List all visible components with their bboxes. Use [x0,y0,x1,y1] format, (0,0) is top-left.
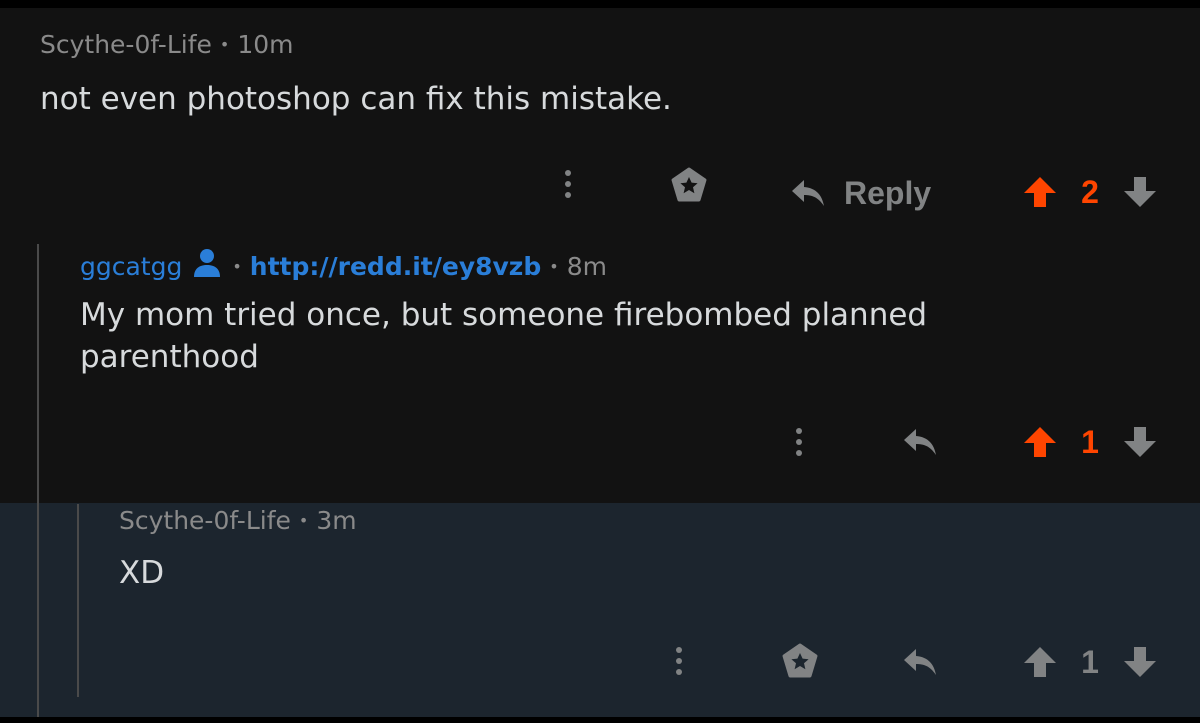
reply-button[interactable]: Reply [790,168,931,218]
upvote-button[interactable] [1020,644,1060,680]
comment-body: XD [119,555,165,591]
award-icon [671,167,707,202]
upvote-arrow-icon [1024,177,1056,207]
reply-button[interactable] [900,642,940,682]
post-link[interactable]: http://redd.it/ey8vzb [250,252,541,281]
thread-line-level-1[interactable] [37,244,39,717]
comment-body: not even photoshop can fix this mistake. [40,81,672,117]
reply-arrow-icon [904,649,936,675]
comment-time: 10m [237,30,294,59]
award-icon [782,643,818,678]
award-button[interactable] [778,642,822,680]
comment-time: 8m [566,251,607,281]
reply-arrow-icon [904,429,936,455]
upvote-arrow-icon [1024,647,1056,677]
vote-score: 1 [1081,424,1099,460]
award-button[interactable] [667,166,711,204]
comment-author[interactable]: Scythe-0f-Life [40,30,212,59]
downvote-button[interactable] [1120,174,1160,210]
upvote-arrow-icon [1024,427,1056,457]
comment-thread: Scythe-0f-Life • 10m not even photoshop … [0,8,1200,717]
more-options-button[interactable] [663,641,695,681]
reply-arrow-icon [792,180,824,206]
comment-author[interactable]: Scythe-0f-Life [119,506,291,535]
meta-separator: • [219,35,230,54]
more-options-button[interactable] [783,422,815,462]
downvote-button[interactable] [1120,424,1160,460]
more-vertical-icon [565,170,571,198]
comment-meta: Scythe-0f-Life • 3m [119,506,357,535]
meta-separator: • [298,511,309,530]
downvote-arrow-icon [1124,177,1156,207]
downvote-arrow-icon [1124,427,1156,457]
comment-time: 3m [316,506,357,535]
upvote-button[interactable] [1020,174,1060,210]
downvote-button[interactable] [1120,644,1160,680]
comment-body: My mom tried once, but someone firebombe… [80,297,928,375]
more-options-button[interactable] [552,164,584,204]
comment-meta: ggcatgg • http://redd.it/ey8vzb • 8m [80,248,607,284]
vote-score: 2 [1081,174,1099,210]
thread-line-level-2[interactable] [77,504,79,697]
reply-label: Reply [844,174,932,211]
reply-button[interactable] [900,422,940,462]
upvote-button[interactable] [1020,424,1060,460]
vote-score: 1 [1081,644,1099,680]
highlighted-comment-background [0,503,1200,717]
meta-separator: • [232,256,242,276]
downvote-arrow-icon [1124,647,1156,677]
comment-author[interactable]: ggcatgg [80,252,182,281]
user-icon [192,248,222,284]
more-vertical-icon [796,428,802,456]
meta-separator: • [549,256,559,276]
comment-meta: Scythe-0f-Life • 10m [40,30,293,59]
more-vertical-icon [676,647,682,675]
